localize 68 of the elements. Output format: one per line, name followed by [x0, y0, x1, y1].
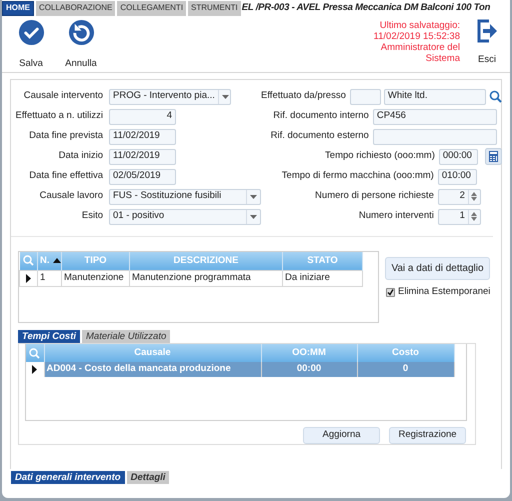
- menu-tab[interactable]: HOME: [2, 0, 34, 16]
- table-cell: 00:00: [261, 362, 357, 377]
- current-row-icon: [32, 365, 38, 374]
- checkbox[interactable]: [386, 288, 395, 297]
- field-label: Effettuato da/presso: [261, 89, 347, 104]
- caret-icon: [222, 94, 229, 98]
- exit-icon: [476, 19, 498, 43]
- number-spinner[interactable]: 1: [438, 208, 481, 224]
- sort-ascending-icon[interactable]: [52, 258, 60, 264]
- refresh-button[interactable]: Aggiorna: [303, 427, 380, 444]
- undo-icon: [68, 19, 94, 46]
- field-label: Data fine prevista: [28, 129, 104, 144]
- input-field[interactable]: White ltd.: [384, 88, 486, 104]
- search-icon[interactable]: [488, 90, 502, 103]
- up-down-arrows-icon: [471, 212, 478, 221]
- dropdown[interactable]: FUS - Sostituzione fusibili: [109, 188, 261, 204]
- register-button[interactable]: Registrazione: [389, 427, 466, 444]
- input-field[interactable]: [372, 128, 497, 144]
- calculator-icon[interactable]: [484, 148, 502, 165]
- table-cell: 0: [357, 362, 454, 377]
- field-label: Data fine effettiva: [28, 169, 104, 184]
- menu-tab[interactable]: COLLEGAMENTI: [117, 0, 186, 16]
- date-field[interactable]: 02/05/2019: [109, 168, 176, 184]
- code-field[interactable]: [350, 88, 381, 104]
- field-label: Rif. documento interno: [272, 109, 370, 124]
- field-label: Numero di persone richieste: [314, 189, 435, 204]
- field-label: Causale lavoro: [38, 189, 104, 204]
- table-cell: Manutenzione programmata: [130, 270, 282, 286]
- field-label: Tempo richiesto (ooo:mm): [324, 149, 436, 164]
- field-label: Rif. documento esterno: [270, 129, 370, 144]
- date-field[interactable]: 11/02/2019: [109, 128, 176, 144]
- table-cell: Da iniziare: [282, 270, 362, 286]
- tab[interactable]: Dettagli: [126, 471, 170, 484]
- up-down-arrows-icon: [471, 192, 478, 201]
- field-label: Esito: [80, 209, 104, 224]
- table-row[interactable]: 1 Manutenzione Manutenzione programmata Da iniziare: [20, 270, 362, 286]
- menu-tab[interactable]: STRUMENTI: [188, 0, 241, 16]
- input-field[interactable]: 000:00: [438, 148, 478, 164]
- caret-icon: [250, 194, 257, 198]
- field-label: Data inizio: [58, 149, 104, 164]
- current-row-icon: [26, 274, 31, 282]
- input-field[interactable]: CP456: [372, 108, 497, 124]
- checkbox-label: Elimina Estemporanei: [398, 285, 490, 299]
- tab[interactable]: Tempi Costi: [18, 330, 80, 343]
- input-field[interactable]: 010:00: [438, 168, 477, 184]
- table-cell: 1: [38, 270, 62, 286]
- checkmark-icon: [18, 19, 44, 46]
- dropdown[interactable]: PROG - Intervento pia...: [109, 88, 231, 104]
- input-field[interactable]: 4: [109, 108, 176, 124]
- exit-button[interactable]: Esci: [470, 16, 510, 72]
- field-label: Causale intervento: [22, 89, 104, 104]
- undo-button[interactable]: Annulla: [62, 19, 100, 72]
- field-label: Tempo di fermo macchina (ooo:mm): [280, 169, 435, 184]
- number-spinner[interactable]: 2: [438, 188, 481, 204]
- window-title: EL /PR-003 - AVEL Pressa Meccanica DM Balconi 100 Ton: [242, 0, 490, 15]
- field-label: Numero interventi: [358, 209, 435, 224]
- table-cell: Manutenzione: [62, 270, 130, 286]
- save-info: Ultimo salvataggio: 11/02/2019 15:52:38 Amministratore del Sistema: [374, 19, 461, 66]
- tab[interactable]: Dati generali intervento: [11, 471, 125, 484]
- detail-button[interactable]: Vai a dati di dettaglio: [385, 257, 490, 280]
- caret-icon: [250, 214, 257, 218]
- menu-tab[interactable]: COLLABORAZIONE: [36, 0, 116, 16]
- dropdown[interactable]: 01 - positivo: [109, 208, 261, 224]
- save-button[interactable]: Salva: [12, 19, 50, 72]
- tab[interactable]: Materiale Utilizzato: [82, 330, 170, 343]
- date-field[interactable]: 11/02/2019: [109, 148, 176, 164]
- field-label: Effettuato a n. utilizzi: [14, 109, 104, 124]
- table-cell: AD004 - Costo della mancata produzione: [44, 362, 261, 377]
